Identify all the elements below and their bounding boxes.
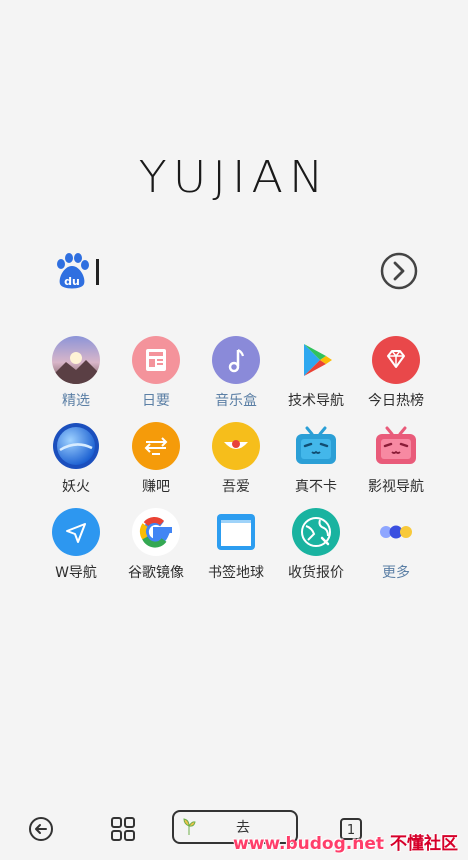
- app-video-nav[interactable]: 影视导航: [356, 422, 436, 496]
- orange-arrows-icon: [132, 422, 180, 470]
- app-zhenbuka[interactable]: 真不卡: [276, 422, 356, 496]
- play-store-icon: [304, 344, 332, 376]
- go-arrow-icon[interactable]: [380, 252, 418, 290]
- app-w-nav[interactable]: W导航: [36, 508, 116, 582]
- app-label: 赚吧: [142, 479, 170, 495]
- svg-text:du: du: [64, 275, 80, 288]
- app-label: 收货报价: [288, 565, 344, 581]
- watermark-site: www.budog.net: [233, 834, 384, 854]
- app-label: 今日热榜: [368, 393, 424, 409]
- bookmark-window-icon: [217, 514, 255, 550]
- app-music-box[interactable]: 音乐盒: [196, 336, 276, 410]
- news-icon: [132, 336, 180, 384]
- text-cursor: [96, 259, 99, 285]
- diamond-icon: [372, 336, 420, 384]
- app-hot-list[interactable]: 今日热榜: [356, 336, 436, 410]
- app-zhuanba[interactable]: 赚吧: [116, 422, 196, 496]
- app-google-mirror[interactable]: 谷歌镜像: [116, 508, 196, 582]
- leaf-icon: [183, 818, 196, 835]
- more-dots-icon: [380, 525, 412, 539]
- app-label: 真不卡: [295, 479, 337, 495]
- app-bookmark-earth[interactable]: 书签地球: [196, 508, 276, 582]
- search-bar[interactable]: du: [52, 250, 418, 294]
- app-label: 日要: [142, 393, 170, 409]
- app-label: W导航: [55, 565, 97, 581]
- send-arrow-icon: [52, 508, 100, 556]
- app-label: 精选: [62, 393, 90, 409]
- apps-grid-icon[interactable]: [108, 814, 138, 844]
- google-icon: [132, 508, 180, 556]
- app-label: 音乐盒: [215, 393, 257, 409]
- back-icon[interactable]: [26, 814, 56, 844]
- app-label: 吾爱: [222, 479, 250, 495]
- app-label: 技术导航: [288, 393, 344, 409]
- app-logo: YUJIAN: [138, 151, 330, 203]
- watermark: www.budog.net 不懂社区: [233, 829, 458, 854]
- app-label: 谷歌镜像: [128, 565, 184, 581]
- app-label: 书签地球: [208, 565, 264, 581]
- app-yaohuo[interactable]: 妖火: [36, 422, 116, 496]
- app-label: 影视导航: [368, 479, 424, 495]
- app-label: 更多: [382, 565, 410, 581]
- app-more[interactable]: 更多: [356, 508, 436, 582]
- watermark-name: 不懂社区: [390, 834, 458, 854]
- baidu-paw-icon[interactable]: du: [52, 252, 92, 292]
- music-note-icon: [212, 336, 260, 384]
- bottom-toolbar: 去 1 www.budog.net 不懂社区: [0, 804, 468, 860]
- bilibili-blue-icon: [296, 426, 336, 464]
- app-riyao[interactable]: 日要: [116, 336, 196, 410]
- eye-icon: [212, 422, 260, 470]
- globe-icon: [292, 508, 340, 556]
- app-grid: 精选 日要 音乐盒 技术导航 今日热榜 妖火 赚吧 吾爱 真不卡 影视导航 W导…: [36, 336, 436, 582]
- app-label: 妖火: [62, 479, 90, 495]
- bilibili-pink-icon: [376, 426, 416, 464]
- blue-orb-icon: [53, 423, 99, 469]
- app-wuai[interactable]: 吾爱: [196, 422, 276, 496]
- app-tech-nav[interactable]: 技术导航: [276, 336, 356, 410]
- app-price-quote[interactable]: 收货报价: [276, 508, 356, 582]
- landscape-icon: [52, 336, 100, 384]
- app-jingxuan[interactable]: 精选: [36, 336, 116, 410]
